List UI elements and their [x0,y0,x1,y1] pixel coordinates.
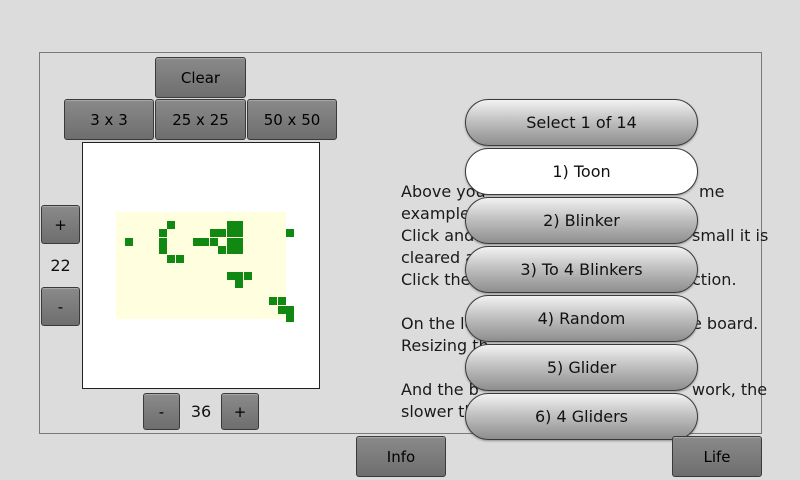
live-cell [167,220,175,229]
live-cell [235,220,243,229]
pattern-option-4-gliders[interactable]: 6) 4 Gliders [465,393,698,440]
live-cell [243,271,252,280]
info-line-right: e board. [692,314,759,333]
info-line-right: work, the [692,380,768,399]
live-cell [201,237,209,246]
live-cell [226,220,235,229]
rows-minus-button[interactable]: - [41,287,80,326]
rows-plus-button[interactable]: + [41,205,80,244]
live-cell [167,254,175,263]
cols-minus-button[interactable]: - [143,393,180,430]
live-cell [235,280,243,288]
pattern-option-toon[interactable]: 1) Toon [465,148,698,195]
live-cell [286,314,294,322]
live-cell [277,305,286,314]
live-cell [226,237,235,246]
live-cell [235,271,243,280]
live-cell [158,237,167,246]
select-pattern-header[interactable]: Select 1 of 14 [465,99,698,146]
live-cell [124,237,133,246]
info-line-right: ction. [692,270,737,289]
info-line-right: small it is [692,226,769,245]
live-cell [277,297,286,305]
live-cell [158,246,167,254]
size-25x25-button[interactable]: 25 x 25 [155,99,246,140]
size-3x3-button[interactable]: 3 x 3 [64,99,154,140]
live-cell [192,237,201,246]
live-cell [226,246,235,254]
size-50x50-button[interactable]: 50 x 50 [247,99,337,140]
live-cell [235,237,243,246]
live-cell [235,229,243,237]
pattern-option-blinker[interactable]: 2) Blinker [465,197,698,244]
info-button[interactable]: Info [356,436,446,477]
life-button[interactable]: Life [672,436,762,477]
pattern-option-random[interactable]: 4) Random [465,295,698,342]
pattern-option-to-4-blinkers[interactable]: 3) To 4 Blinkers [465,246,698,293]
live-cell [286,305,294,314]
live-cell [209,237,218,246]
life-board[interactable] [116,212,294,322]
cols-plus-button[interactable]: + [221,393,259,430]
clear-button[interactable]: Clear [155,57,246,98]
live-cell [286,229,294,237]
live-cell [175,254,184,263]
live-cell [235,246,243,254]
live-cell [269,297,277,305]
live-cell [218,246,226,254]
live-cell [158,229,167,237]
pattern-option-glider[interactable]: 5) Glider [465,344,698,391]
live-cell [209,229,218,237]
live-cell [226,271,235,280]
live-cell [218,229,226,237]
live-cell [226,229,235,237]
cols-value: 36 [190,401,212,421]
rows-value: 22 [50,255,71,275]
info-line-right: me [699,182,725,201]
